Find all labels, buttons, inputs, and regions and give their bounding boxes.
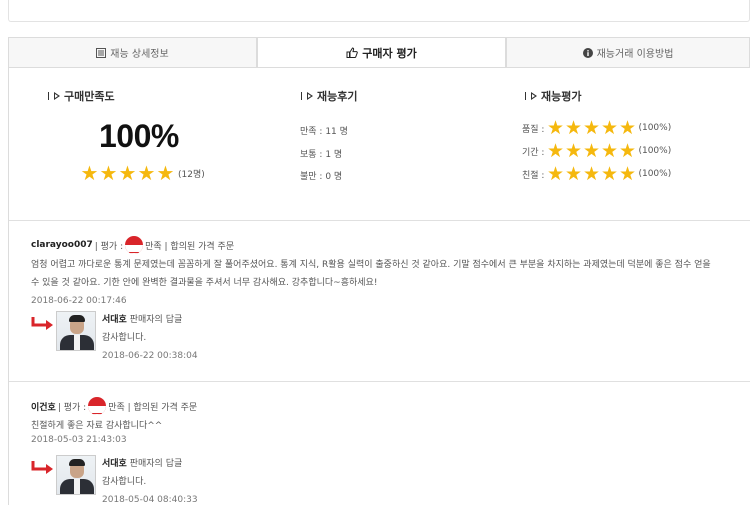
star-icon: ★ (564, 117, 582, 139)
star-icon: ★ (582, 117, 600, 139)
thumbs-up-icon (346, 47, 359, 58)
seller-avatar (56, 455, 96, 495)
rating-label: 친절 : (522, 170, 545, 181)
seller-avatar (56, 311, 96, 351)
star-icon: ★ (600, 140, 618, 162)
divider (9, 220, 750, 221)
star-icon: ★ (618, 163, 636, 185)
star-icon: ★ (546, 163, 564, 185)
triangle-icon (307, 92, 313, 100)
tab-bar: 재능 상세정보 구매자 평가 재능거래 이용방법 (8, 37, 750, 68)
reply-arrow-icon (31, 317, 53, 330)
review-body: 친절하게 좋은 자료 감사합니다^^ (31, 421, 163, 431)
star-icon: ★ (582, 163, 600, 185)
list-icon (96, 47, 107, 58)
tab-how-to-trade[interactable]: 재능거래 이용방법 (506, 37, 750, 68)
star-icon: ★ (564, 163, 582, 185)
star-icon: ★ (80, 161, 99, 185)
tab-buyer-reviews[interactable]: 구매자 평가 (257, 37, 506, 68)
review-summary-title: 재능후기 (301, 88, 357, 104)
star-icon: ★ (546, 117, 564, 139)
star-rating: ★ ★ ★ ★ ★ (546, 140, 636, 162)
satisfaction-title: 구매만족도 (48, 88, 115, 104)
triangle-icon (54, 92, 60, 100)
top-section-box (8, 0, 750, 22)
reply-date: 2018-05-04 08:40:33 (102, 495, 198, 505)
review-count-unsatisfied: 불만 : 0 명 (300, 172, 343, 182)
star-icon: ★ (618, 140, 636, 162)
reply-arrow-icon (31, 461, 53, 474)
review-rating-prefix: | 평가 : (94, 241, 124, 252)
reply-body: 서대호 판매자의 답글 감사합니다. 2018-06-22 00:38:04 (102, 311, 198, 365)
review-date: 2018-05-03 21:43:03 (31, 435, 127, 445)
satisfaction-percent: 100% (99, 118, 179, 154)
reply-role: 판매자의 답글 (129, 315, 183, 325)
triangle-icon (531, 92, 537, 100)
review-header: 이건호 | 평가 : 만족 | 합의된 가격 주문 (31, 397, 721, 415)
satisfaction-count: (12명) (178, 170, 205, 180)
review-item: 이건호 | 평가 : 만족 | 합의된 가격 주문 친절하게 좋은 자료 감사합… (31, 397, 721, 445)
reply-body: 서대호 판매자의 답글 감사합니다. 2018-05-04 08:40:33 (102, 455, 198, 505)
review-count-satisfied: 만족 : 11 명 (300, 127, 348, 137)
talent-rating-title: 재능평가 (525, 88, 581, 104)
reply-date: 2018-06-22 00:38:04 (102, 351, 198, 361)
review-username[interactable]: 이건호 (31, 400, 56, 413)
smile-face-icon (88, 397, 107, 415)
review-item: clarayoo007 | 평가 : 만족 | 합의된 가격 주문 엄청 어렵고… (31, 236, 721, 306)
smile-face-icon (125, 236, 144, 254)
info-icon (582, 47, 593, 58)
divider (9, 381, 750, 382)
tab-label: 구매자 평가 (362, 46, 417, 60)
star-icon: ★ (600, 163, 618, 185)
rating-percent: (100%) (638, 123, 672, 133)
reply-author: 서대호 (102, 459, 127, 469)
rating-row-quality: 품질 : ★ ★ ★ ★ ★ (100%) (522, 117, 672, 139)
review-header: clarayoo007 | 평가 : 만족 | 합의된 가격 주문 (31, 236, 721, 254)
star-icon: ★ (600, 117, 618, 139)
review-count-neutral: 보통 : 1 명 (300, 150, 343, 160)
tab-label: 재능 상세정보 (110, 49, 169, 60)
rating-percent: (100%) (638, 146, 672, 156)
star-rating: ★ ★ ★ ★ ★ (80, 161, 175, 185)
star-icon: ★ (156, 161, 175, 185)
seller-reply: 서대호 판매자의 답글 감사합니다. 2018-06-22 00:38:04 (31, 311, 198, 365)
tab-talent-details[interactable]: 재능 상세정보 (8, 37, 257, 68)
rating-row-kindness: 친절 : ★ ★ ★ ★ ★ (100%) (522, 163, 672, 185)
review-body: 엄청 어렵고 까다로운 통계 문제였는데 꼼꼼하게 잘 풀어주셨어요. 통계 지… (31, 260, 711, 288)
rating-label: 품질 : (522, 124, 545, 135)
star-icon: ★ (99, 161, 118, 185)
star-icon: ★ (546, 140, 564, 162)
satisfaction-stars-row: ★ ★ ★ ★ ★ (12명) (80, 161, 205, 185)
review-date: 2018-06-22 00:17:46 (31, 296, 127, 306)
reply-role: 판매자의 답글 (129, 459, 183, 469)
rating-row-period: 기간 : ★ ★ ★ ★ ★ (100%) (522, 140, 672, 162)
review-username[interactable]: clarayoo007 (31, 240, 93, 250)
star-icon: ★ (618, 117, 636, 139)
rating-label: 기간 : (522, 147, 545, 158)
star-icon: ★ (137, 161, 156, 185)
review-rating-text: 만족 | 합의된 가격 주문 (108, 402, 198, 413)
star-rating: ★ ★ ★ ★ ★ (546, 117, 636, 139)
reply-text: 감사합니다. (102, 333, 147, 343)
tab-label: 재능거래 이용방법 (596, 49, 674, 60)
star-rating: ★ ★ ★ ★ ★ (546, 163, 636, 185)
star-icon: ★ (582, 140, 600, 162)
review-rating-prefix: | 평가 : (57, 402, 87, 413)
reply-text: 감사합니다. (102, 477, 147, 487)
star-icon: ★ (564, 140, 582, 162)
star-icon: ★ (118, 161, 137, 185)
seller-reply: 서대호 판매자의 답글 감사합니다. 2018-05-04 08:40:33 (31, 455, 198, 505)
review-rating-text: 만족 | 합의된 가격 주문 (145, 241, 235, 252)
rating-percent: (100%) (638, 169, 672, 179)
reply-author: 서대호 (102, 315, 127, 325)
